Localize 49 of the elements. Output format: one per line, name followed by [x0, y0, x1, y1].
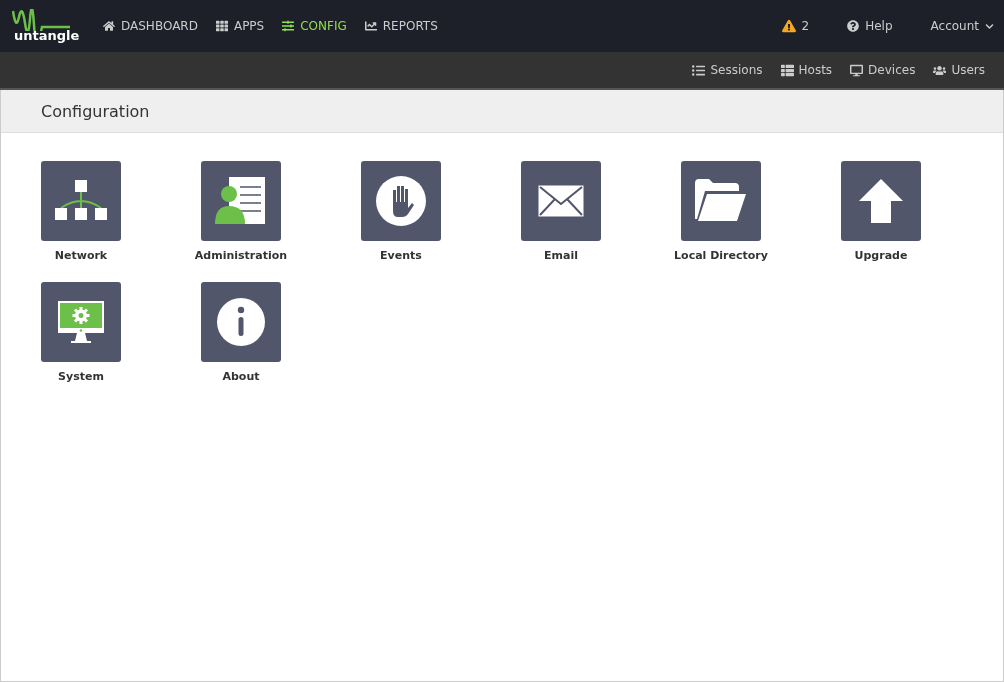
- config-tile[interactable]: Network: [1, 161, 161, 262]
- config-tile[interactable]: Upgrade: [801, 161, 961, 262]
- config-tile[interactable]: System: [1, 282, 161, 383]
- tile-label: Administration: [194, 249, 288, 262]
- wave-logo-icon: [12, 9, 72, 31]
- sub-nav-link[interactable]: Hosts: [771, 63, 842, 77]
- users-icon: [933, 63, 947, 77]
- tile-label: Events: [380, 249, 422, 262]
- monitor-icon: [850, 63, 864, 77]
- sub-nav-link[interactable]: Users: [924, 63, 994, 77]
- nav-tab[interactable]: CONFIG: [273, 0, 356, 52]
- tile-label: About: [222, 370, 260, 383]
- sub-nav-link[interactable]: Devices: [841, 63, 925, 77]
- alerts-link[interactable]: 2: [762, 0, 829, 52]
- tile-label: Email: [544, 249, 578, 262]
- nav-tab[interactable]: APPS: [206, 0, 274, 52]
- table-icon: [780, 63, 794, 77]
- nav-tab[interactable]: REPORTS: [355, 0, 447, 52]
- config-tile[interactable]: Email: [481, 161, 641, 262]
- chart-icon: [364, 20, 377, 32]
- info-icon: [217, 298, 265, 346]
- tile-label: Local Directory: [674, 249, 768, 262]
- warning-icon: [781, 19, 796, 33]
- grid-icon: [215, 20, 228, 32]
- monitor-gear-icon: [58, 301, 104, 343]
- hand-icon: [376, 176, 426, 226]
- list-icon: [692, 63, 706, 77]
- tile-label: Network: [54, 249, 108, 262]
- config-tile[interactable]: Events: [321, 161, 481, 262]
- config-tile[interactable]: Local Directory: [641, 161, 801, 262]
- config-tile[interactable]: Administration: [161, 161, 321, 262]
- page-title: Configuration: [41, 101, 150, 121]
- config-tile[interactable]: About: [161, 282, 321, 383]
- envelope-icon: [538, 185, 584, 217]
- up-arrow-icon: [859, 179, 903, 223]
- folder-icon: [695, 179, 747, 223]
- network-icon: [55, 180, 107, 222]
- chevron-down-icon: [985, 21, 994, 31]
- tile-label: System: [58, 370, 104, 383]
- sliders-icon: [282, 20, 295, 32]
- home-icon: [103, 20, 115, 32]
- logo-text: untangle: [14, 29, 80, 43]
- user-document-icon: [215, 177, 267, 225]
- tile-label: Upgrade: [854, 249, 908, 262]
- account-menu[interactable]: Account: [911, 0, 994, 52]
- help-icon: [847, 20, 860, 32]
- nav-tab[interactable]: DASHBOARD: [94, 0, 207, 52]
- help-link[interactable]: Help: [828, 0, 912, 52]
- sub-nav-link[interactable]: Sessions: [683, 63, 772, 77]
